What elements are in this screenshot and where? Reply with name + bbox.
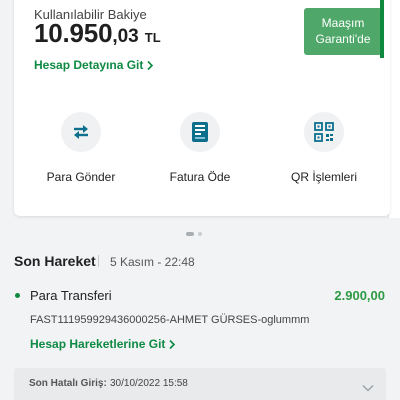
transaction-bullet [15,293,20,298]
balance-amount: 10.950,03 TL [34,18,161,49]
badge-line1: Maaşım [321,16,365,30]
bill-document-icon [180,112,220,152]
carousel-indicator [186,232,202,236]
carousel-dot-active[interactable] [186,232,194,236]
qr-code-icon [304,112,344,152]
account-detail-link[interactable]: Hesap Detayına Git [34,58,154,74]
pay-bill-label: Fatura Öde [169,170,231,184]
send-money-label: Para Gönder [46,170,116,184]
card-accent-strip [380,0,384,58]
balance-currency: TL [144,30,161,45]
pay-bill-button[interactable]: Fatura Öde [140,112,260,184]
transfer-arrows-icon [61,112,101,152]
chevron-right-icon [168,339,176,353]
chevron-right-icon [146,60,154,74]
qr-operations-label: QR İşlemleri [290,170,357,184]
title-divider [98,255,99,267]
account-card: Kullanılabilir Bakiye 10.950,03 TL Maaşım… [14,0,390,216]
qr-operations-button[interactable]: QR İşlemleri [264,112,384,184]
carousel-dot[interactable] [198,232,202,236]
badge-line2: Garanti'de [315,32,371,46]
recent-transaction-date: 5 Kasım - 22:48 [110,255,195,269]
transaction-description: FAST111959929436000256-AHMET GÜRSES-oglu… [30,314,310,326]
salary-badge[interactable]: Maaşım Garanti'de [304,8,382,55]
balance-decimal: ,03 [112,26,139,47]
balance-integer: 10.950 [34,18,113,48]
chevron-down-icon[interactable] [362,379,374,397]
last-failed-login-label: Son Hatalı Giriş: [29,378,107,389]
transaction-title[interactable]: Para Transferi [30,288,112,303]
transaction-amount: 2.900,00 [334,288,385,303]
send-money-button[interactable]: Para Gönder [21,112,141,184]
last-failed-login-value: 30/10/2022 15:58 [110,378,188,389]
account-history-link[interactable]: Hesap Hareketlerine Git [30,337,176,353]
account-history-label: Hesap Hareketlerine Git [30,337,166,351]
account-detail-label: Hesap Detayına Git [34,58,144,72]
recent-transaction-title: Son Hareket [14,253,96,269]
last-failed-login-bar[interactable]: Son Hatalı Giriş: 30/10/2022 15:58 [14,368,386,400]
